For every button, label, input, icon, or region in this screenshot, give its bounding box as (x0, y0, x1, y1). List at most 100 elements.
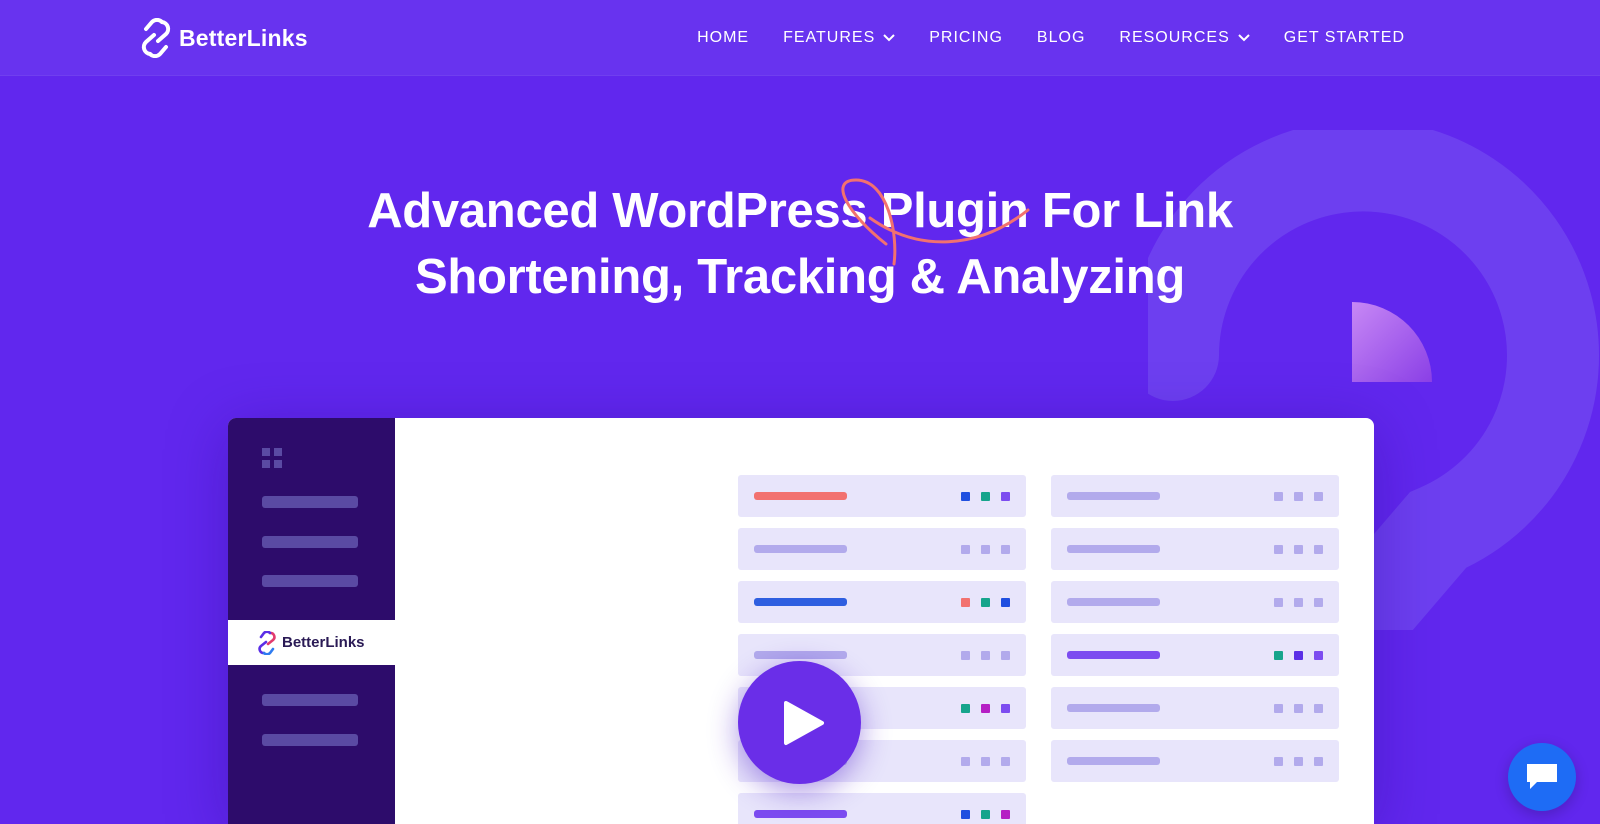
action-dot (1314, 492, 1323, 501)
action-dot (1001, 704, 1010, 713)
nav-pricing-label: PRICING (929, 29, 1003, 46)
action-dot (961, 492, 970, 501)
action-dot (961, 545, 970, 554)
sidebar-placeholder-bar (262, 734, 358, 746)
link-card (738, 528, 1026, 570)
link-card-actions (1274, 704, 1323, 713)
nav-blog[interactable]: BLOG (1037, 29, 1085, 47)
sidebar-placeholder-bar (262, 575, 358, 587)
brand-name: BetterLinks (179, 24, 308, 51)
decorative-quarter-circle (1352, 302, 1432, 382)
play-video-button[interactable] (738, 661, 861, 784)
sidebar-placeholder-bar (262, 536, 358, 548)
link-card (738, 475, 1026, 517)
action-dot (1294, 492, 1303, 501)
betterlinks-logo-icon (141, 18, 171, 58)
hero-title-line2: Shortening, Tracking & Analyzing (415, 250, 1185, 304)
brand-logo-link[interactable]: BetterLinks (141, 18, 308, 58)
link-card-actions (961, 492, 1010, 501)
nav-home-label: HOME (697, 29, 750, 46)
nav-resources-label: RESOURCES (1119, 29, 1230, 46)
action-dot (1274, 492, 1283, 501)
link-card-title-bar (1067, 545, 1160, 553)
link-card (1051, 528, 1339, 570)
action-dot (981, 598, 990, 607)
action-dot (1001, 598, 1010, 607)
link-card (738, 581, 1026, 623)
nav-features[interactable]: FEATURES (783, 29, 895, 47)
link-card (1051, 740, 1339, 782)
action-dot (1274, 651, 1283, 660)
nav-get-started-label: GET STARTED (1283, 29, 1405, 46)
chat-widget-button[interactable] (1508, 743, 1576, 811)
action-dot (1001, 757, 1010, 766)
action-dot (1294, 651, 1303, 660)
action-dot (1274, 598, 1283, 607)
action-dot (1001, 492, 1010, 501)
link-card (1051, 475, 1339, 517)
preview-sidebar: BetterLinks (228, 418, 395, 824)
action-dot (1314, 651, 1323, 660)
sidebar-item-betterlinks[interactable]: BetterLinks (228, 620, 395, 665)
action-dot (961, 757, 970, 766)
hero-title: Advanced WordPress Plugin For Link Short… (0, 178, 1600, 310)
action-dot (981, 651, 990, 660)
link-card-actions (961, 598, 1010, 607)
link-card-actions (961, 810, 1010, 819)
link-card-title-bar (1067, 704, 1160, 712)
action-dot (1314, 704, 1323, 713)
action-dot (1001, 810, 1010, 819)
action-dot (981, 704, 990, 713)
link-card-actions (961, 545, 1010, 554)
action-dot (1294, 757, 1303, 766)
action-dot (1274, 757, 1283, 766)
link-card-title-bar (1067, 651, 1160, 659)
sidebar-item-label: BetterLinks (282, 634, 365, 651)
chat-bubble-icon (1527, 764, 1557, 789)
action-dot (981, 810, 990, 819)
action-dot (961, 598, 970, 607)
link-card-title-bar (1067, 492, 1160, 500)
link-card-title-bar (754, 598, 847, 606)
action-dot (1314, 757, 1323, 766)
link-card-actions (1274, 492, 1323, 501)
link-card-title-bar (1067, 757, 1160, 765)
sidebar-placeholder-bar (262, 496, 358, 508)
action-dot (961, 810, 970, 819)
betterlinks-logo-icon (258, 630, 276, 655)
action-dot (1294, 598, 1303, 607)
chevron-down-icon (1238, 34, 1250, 42)
action-dot (1314, 598, 1323, 607)
nav-resources[interactable]: RESOURCES (1119, 29, 1250, 47)
action-dot (1274, 704, 1283, 713)
link-card (738, 793, 1026, 824)
action-dot (961, 704, 970, 713)
hero-title-line1: Advanced WordPress Plugin For Link (367, 184, 1233, 238)
link-card-title-bar (1067, 598, 1160, 606)
link-card-title-bar (754, 545, 847, 553)
action-dot (961, 651, 970, 660)
nav-blog-label: BLOG (1036, 29, 1086, 46)
action-dot (1294, 545, 1303, 554)
site-header: BetterLinks HOME FEATURES PRICING BLOG R… (0, 0, 1600, 76)
nav-get-started[interactable]: GET STARTED (1284, 29, 1405, 47)
link-card-title-bar (754, 492, 847, 500)
chevron-down-icon (883, 34, 895, 42)
link-card-title-bar (754, 810, 847, 818)
action-dot (1001, 545, 1010, 554)
link-card (1051, 581, 1339, 623)
link-card-actions (1274, 545, 1323, 554)
link-card-title-bar (754, 651, 847, 659)
nav-pricing[interactable]: PRICING (929, 29, 1003, 47)
link-card (1051, 634, 1339, 676)
sidebar-placeholder-bar (262, 694, 358, 706)
action-dot (981, 757, 990, 766)
link-card (1051, 687, 1339, 729)
action-dot (1294, 704, 1303, 713)
nav-home[interactable]: HOME (697, 29, 749, 47)
link-card-actions (961, 651, 1010, 660)
link-card-actions (1274, 757, 1323, 766)
link-card-actions (1274, 598, 1323, 607)
link-card-actions (961, 757, 1010, 766)
nav-features-label: FEATURES (783, 29, 876, 46)
